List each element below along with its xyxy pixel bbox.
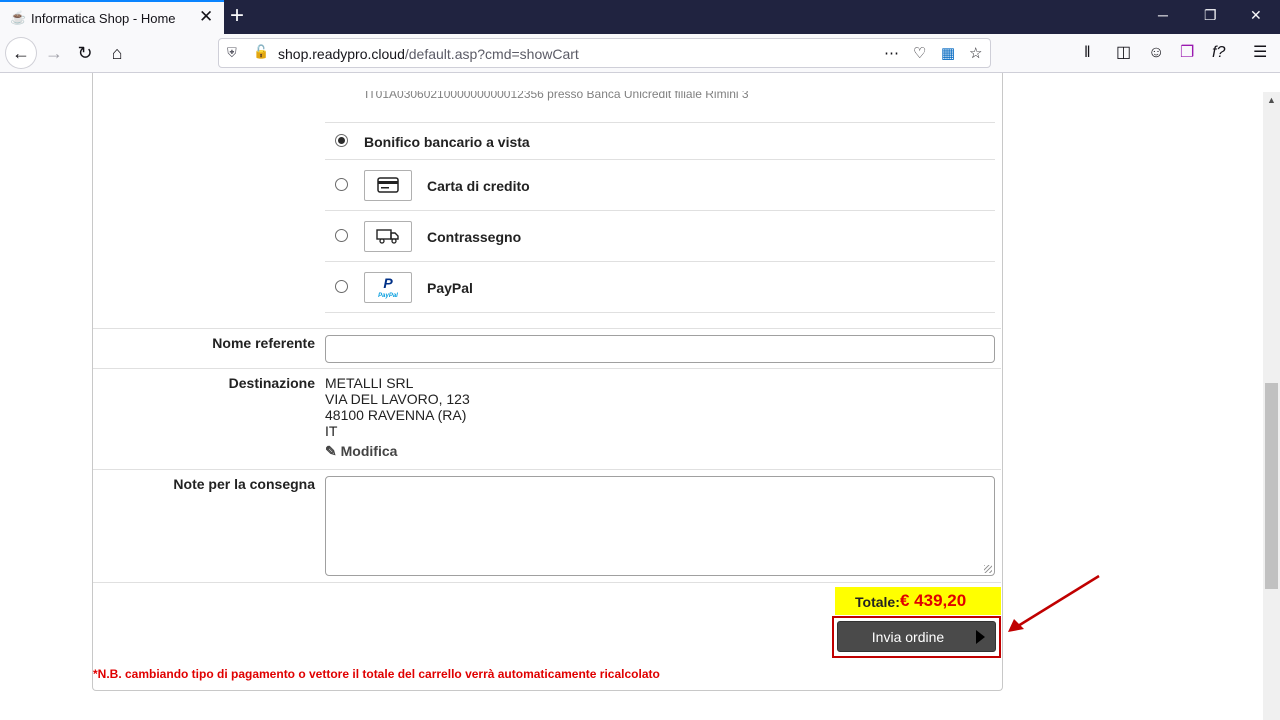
- annotation-arrow-icon: [1008, 574, 1100, 632]
- nome-referente-input[interactable]: [325, 335, 995, 363]
- close-window-icon[interactable]: ✕: [1250, 6, 1262, 24]
- svg-text:P: P: [383, 275, 393, 291]
- svg-text:PayPal: PayPal: [378, 293, 398, 299]
- payment-option-contrassegno[interactable]: Contrassegno: [325, 211, 995, 261]
- resize-grip-icon[interactable]: [984, 565, 992, 573]
- total-value: € 439,20: [900, 591, 967, 610]
- tracking-shield-icon[interactable]: ⛨: [227, 45, 237, 61]
- nome-referente-label: Nome referente: [212, 335, 315, 351]
- home-button[interactable]: ⌂: [103, 39, 131, 67]
- pocket-icon[interactable]: ♡: [913, 44, 926, 62]
- insecure-lock-icon[interactable]: 🔓: [253, 44, 269, 60]
- site-favicon-icon: ☕: [10, 10, 27, 25]
- divider: [93, 368, 1001, 369]
- formula-extension-icon[interactable]: f?: [1212, 44, 1225, 62]
- tab-strip: ☕ Informatica Shop - Home ✕ + ─ ❐ ✕: [0, 0, 1280, 34]
- payment-option-paypal[interactable]: P PayPal PayPal: [325, 262, 995, 312]
- paypal-logo-icon: P PayPal: [364, 272, 412, 303]
- invia-ordine-button[interactable]: Invia ordine: [837, 621, 996, 652]
- tab-title: Informatica Shop - Home: [31, 11, 176, 26]
- total-label: Totale:: [855, 594, 900, 610]
- modifica-link[interactable]: ✎ Modifica: [325, 443, 397, 460]
- new-tab-button[interactable]: +: [230, 3, 244, 29]
- credit-card-icon: [364, 170, 412, 201]
- radio-paypal[interactable]: [335, 280, 348, 293]
- radio-contrassegno[interactable]: [335, 229, 348, 242]
- library-icon[interactable]: ‖: [1084, 44, 1091, 62]
- url-text[interactable]: shop.readypro.cloud/default.asp?cmd=show…: [278, 46, 579, 62]
- divider: [93, 469, 1001, 470]
- total-box: Totale: € 439,20: [835, 587, 1001, 615]
- payment-label-bonifico: Bonifico bancario a vista: [364, 134, 530, 150]
- play-arrow-icon: [976, 630, 985, 644]
- modifica-label: Modifica: [340, 443, 398, 459]
- bookmark-star-icon[interactable]: ☆: [969, 44, 982, 62]
- destinazione-label: Destinazione: [228, 375, 315, 391]
- note-consegna-textarea[interactable]: [325, 476, 995, 576]
- forward-button[interactable]: →: [40, 39, 68, 67]
- edit-icon: ✎: [325, 443, 337, 459]
- sidebar-icon[interactable]: ◫: [1116, 44, 1131, 62]
- address-company: METALLI SRL: [325, 375, 414, 391]
- tab-informatica-shop[interactable]: ☕ Informatica Shop - Home ✕: [0, 0, 224, 34]
- page-content: IT01A0306021000000000012356 presso Banca…: [0, 73, 1263, 720]
- payment-label-paypal: PayPal: [427, 280, 473, 296]
- reload-button[interactable]: ↻: [71, 39, 99, 67]
- page-actions-icon[interactable]: ⋯: [884, 44, 899, 62]
- address-city: 48100 RAVENNA (RA): [325, 407, 467, 423]
- address-country: IT: [325, 423, 338, 439]
- radio-bonifico[interactable]: [335, 134, 348, 147]
- scrollbar-thumb[interactable]: [1265, 383, 1278, 589]
- menu-icon[interactable]: ☰: [1253, 44, 1267, 62]
- note-consegna-label: Note per la consegna: [173, 476, 315, 492]
- back-button[interactable]: ←: [6, 38, 36, 68]
- divider: [93, 582, 1001, 583]
- address-street: VIA DEL LAVORO, 123: [325, 391, 470, 407]
- invia-ordine-label: Invia ordine: [871, 629, 945, 645]
- recalculation-footnote: *N.B. cambiando tipo di pagamento o vett…: [93, 667, 660, 681]
- windows-extension-icon[interactable]: ▦: [941, 44, 955, 62]
- divider: [93, 328, 1001, 329]
- payment-option-bonifico[interactable]: Bonifico bancario a vista: [325, 123, 995, 159]
- delivery-truck-icon: [364, 221, 412, 252]
- account-icon[interactable]: ☺: [1148, 44, 1164, 62]
- scroll-up-icon[interactable]: ▲: [1263, 92, 1280, 109]
- vertical-scrollbar[interactable]: ▲: [1263, 92, 1280, 720]
- restore-window-icon[interactable]: ❐: [1204, 6, 1217, 24]
- radio-carta[interactable]: [335, 178, 348, 191]
- payment-label-contrassegno: Contrassegno: [427, 229, 522, 245]
- payment-option-carta[interactable]: Carta di credito: [325, 160, 995, 210]
- url-bar[interactable]: ⛨ 🔓 shop.readypro.cloud/default.asp?cmd=…: [218, 38, 991, 68]
- tab-close-icon[interactable]: ✕: [199, 8, 213, 26]
- url-host: shop.readypro.cloud: [278, 46, 405, 62]
- extension-icon[interactable]: ❐: [1180, 44, 1194, 62]
- url-path: /default.asp?cmd=showCart: [404, 46, 579, 62]
- divider: [325, 312, 995, 313]
- payment-label-carta: Carta di credito: [427, 178, 530, 194]
- minimize-window-icon[interactable]: ─: [1158, 6, 1168, 24]
